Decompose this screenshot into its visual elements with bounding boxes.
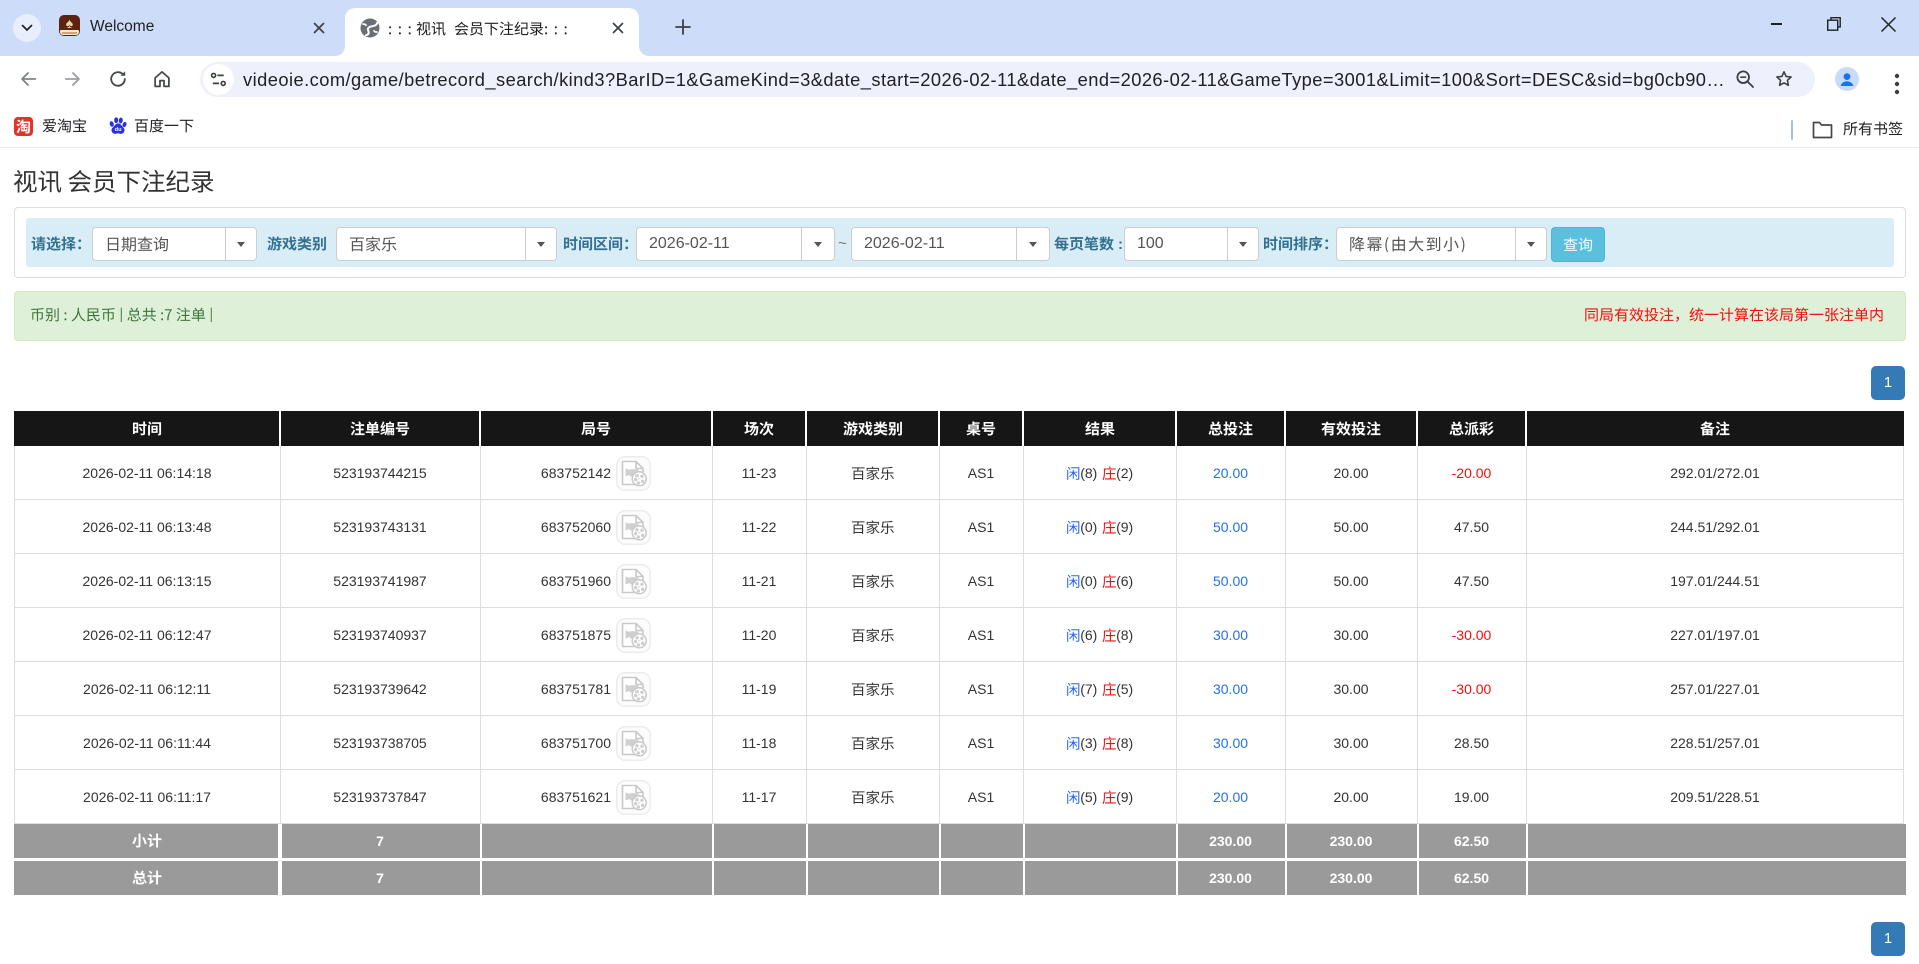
svg-text:du: du bbox=[115, 127, 122, 133]
